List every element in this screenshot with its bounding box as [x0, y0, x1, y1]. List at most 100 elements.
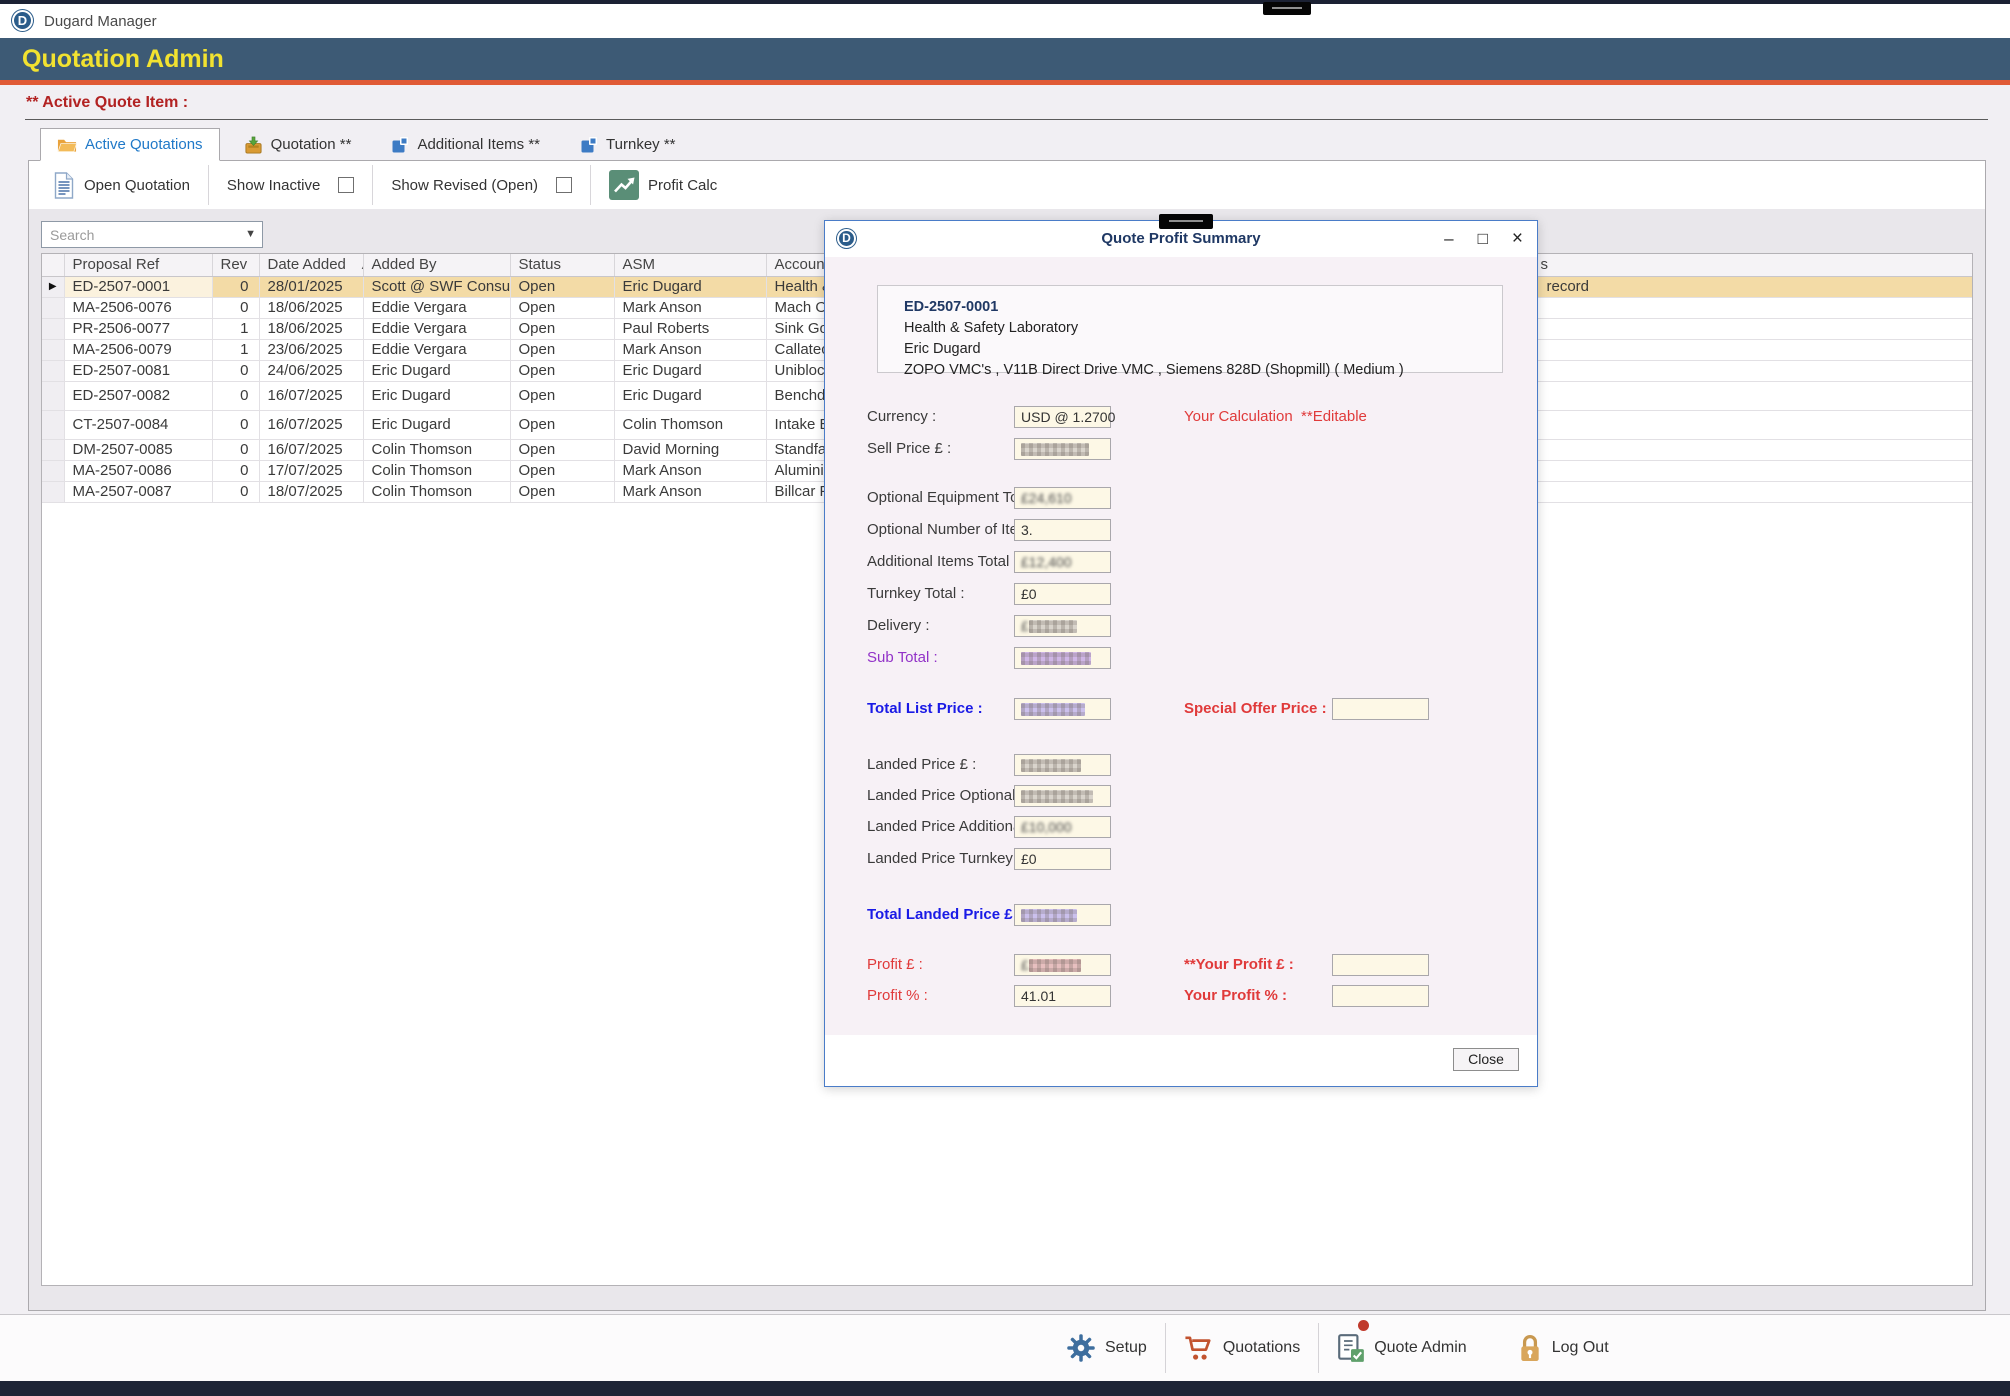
cell-date-added: 23/06/2025 [259, 339, 363, 360]
log-out-button[interactable]: Log Out [1499, 1333, 1627, 1363]
cell-asm: Colin Thomson [614, 410, 766, 439]
search-input[interactable] [43, 223, 240, 246]
setup-label: Setup [1105, 1339, 1147, 1357]
cell-last [1522, 460, 1973, 481]
cart-icon [1184, 1335, 1214, 1361]
total-landed-price-input[interactable] [1014, 904, 1111, 926]
cell-date-added: 17/07/2025 [259, 460, 363, 481]
quote-admin-icon [1337, 1333, 1365, 1363]
cell-status: Open [510, 318, 614, 339]
profit-calc-label: Profit Calc [648, 177, 717, 194]
window-titlebar: D Dugard Manager [0, 4, 2010, 38]
row-indicator [42, 481, 64, 502]
cell-last [1522, 339, 1973, 360]
dialog-title: Quote Profit Summary [825, 230, 1537, 247]
quote-admin-button[interactable]: Quote Admin [1319, 1333, 1485, 1363]
additional-items-total-input[interactable]: £12,400 [1014, 551, 1111, 573]
your-profit-pct-input[interactable] [1332, 985, 1429, 1007]
quote-account: Health & Safety Laboratory [904, 318, 1502, 339]
setup-button[interactable]: Setup [1048, 1333, 1165, 1363]
combo-dropdown-icon[interactable]: ▼ [245, 228, 256, 240]
special-offer-price-input[interactable] [1332, 698, 1429, 720]
maximize-icon[interactable]: □ [1478, 226, 1488, 252]
copy-icon [391, 136, 409, 154]
cell-status: Open [510, 276, 614, 297]
cell-asm: Eric Dugard [614, 276, 766, 297]
close-icon[interactable]: × [1512, 226, 1523, 252]
landed-price-optional-input[interactable] [1014, 785, 1111, 807]
toolbar-separator [590, 165, 591, 205]
tab-additional-items[interactable]: Additional Items ** [375, 128, 556, 161]
header-last-column[interactable]: s [1522, 254, 1973, 276]
landed-price-input[interactable] [1014, 754, 1111, 776]
sell-price-input[interactable] [1014, 438, 1111, 460]
redacted-value [1021, 652, 1091, 665]
your-profit-input[interactable] [1332, 954, 1429, 976]
cell-date-added: 16/07/2025 [259, 381, 363, 410]
cell-rev: 0 [212, 381, 259, 410]
search-combo[interactable]: ▼ [41, 221, 263, 248]
cell-asm: Mark Anson [614, 460, 766, 481]
toolbar-separator [208, 165, 209, 205]
delivery-input[interactable]: £ [1014, 615, 1111, 637]
cell-proposal-ref: CT-2507-0084 [64, 410, 212, 439]
redaction-bar [1263, 2, 1311, 15]
profit-chart-icon [609, 170, 639, 200]
cell-proposal-ref: ED-2507-0082 [64, 381, 212, 410]
redacted-value [1029, 620, 1077, 633]
cell-rev: 1 [212, 339, 259, 360]
profit-calc-button[interactable]: Profit Calc [599, 166, 727, 204]
header-proposal-ref[interactable]: Proposal Ref [64, 254, 212, 276]
header-date-added[interactable]: Date Added▲ [259, 254, 363, 276]
show-inactive-toggle[interactable]: Show Inactive [217, 173, 364, 198]
landed-price-additional-input[interactable]: £10,000 [1014, 816, 1111, 838]
quotations-button[interactable]: Quotations [1166, 1335, 1318, 1361]
tab-active-quotations[interactable]: Active Quotations [40, 128, 220, 161]
cell-status: Open [510, 481, 614, 502]
close-button[interactable]: Close [1453, 1048, 1519, 1071]
header-status[interactable]: Status [510, 254, 614, 276]
turnkey-total-input[interactable]: £0 [1014, 583, 1111, 605]
profit-input[interactable]: £ [1014, 954, 1111, 976]
toolbar-separator [372, 165, 373, 205]
profit-pct-input[interactable]: 41.01 [1014, 985, 1111, 1007]
lock-icon [1517, 1333, 1543, 1363]
header-rev[interactable]: Rev▲ [212, 254, 259, 276]
cell-rev: 0 [212, 439, 259, 460]
minimize-icon[interactable]: – [1444, 226, 1453, 252]
total-list-price-input[interactable] [1014, 698, 1111, 720]
header-asm[interactable]: ASM [614, 254, 766, 276]
cell-asm: Eric Dugard [614, 381, 766, 410]
header-added-by[interactable]: Added By [363, 254, 510, 276]
landed-price-turnkey-input[interactable]: £0 [1014, 848, 1111, 870]
quote-ref: ED-2507-0001 [904, 297, 1502, 318]
show-revised-toggle[interactable]: Show Revised (Open) [381, 173, 582, 198]
sub-total-input[interactable] [1014, 647, 1111, 669]
tab-label: Active Quotations [85, 136, 203, 153]
open-quotation-label: Open Quotation [84, 177, 190, 194]
cell-proposal-ref: DM-2507-0085 [64, 439, 212, 460]
your-calculation-note: Your Calculation **Editable [1184, 408, 1367, 425]
cell-date-added: 18/06/2025 [259, 297, 363, 318]
notification-dot [1358, 1320, 1369, 1331]
tab-turnkey[interactable]: Turnkey ** [564, 128, 691, 161]
show-inactive-checkbox[interactable] [338, 177, 354, 193]
page-header: Quotation Admin [0, 38, 2010, 80]
log-out-label: Log Out [1552, 1339, 1609, 1357]
cell-date-added: 28/01/2025 [259, 276, 363, 297]
optional-number-of-items-input[interactable]: 3. [1014, 519, 1111, 541]
divider-line [25, 119, 1988, 120]
open-quotation-button[interactable]: Open Quotation [43, 168, 200, 203]
cell-added-by: Eric Dugard [363, 360, 510, 381]
cell-date-added: 18/06/2025 [259, 318, 363, 339]
cell-last: record [1522, 276, 1973, 297]
copy-icon [580, 136, 598, 154]
row-indicator [42, 318, 64, 339]
show-revised-checkbox[interactable] [556, 177, 572, 193]
optional-equipment-total-input[interactable]: £24,610 [1014, 487, 1111, 509]
tab-quotation[interactable]: Quotation ** [228, 128, 368, 161]
currency-input[interactable]: USD @ 1.2700 [1014, 406, 1111, 428]
cell-last [1522, 410, 1973, 439]
gear-icon [1066, 1333, 1096, 1363]
cell-added-by: Eddie Vergara [363, 297, 510, 318]
